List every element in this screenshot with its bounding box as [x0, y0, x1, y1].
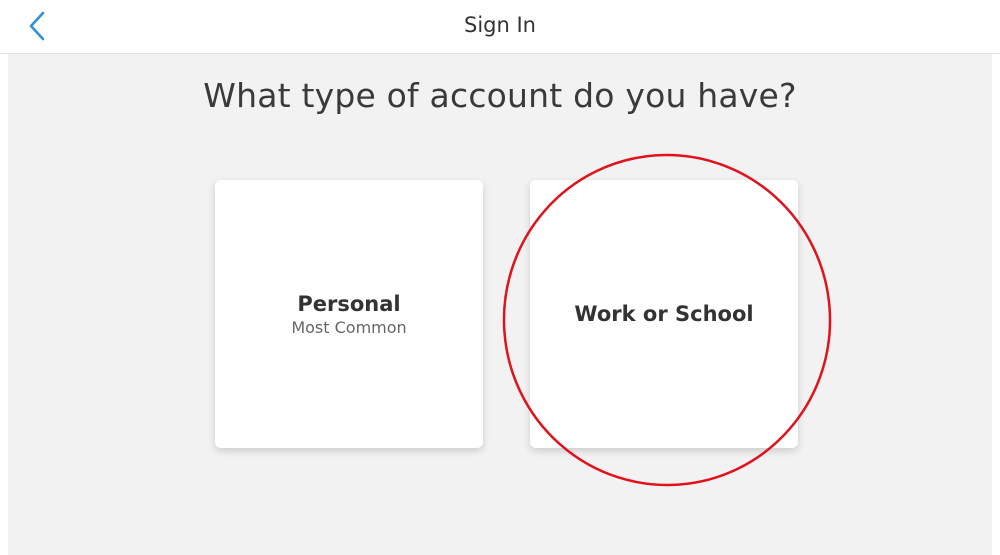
- app-header: Sign In: [0, 0, 1000, 54]
- page-title: What type of account do you have?: [203, 76, 797, 115]
- personal-label: Personal: [297, 291, 401, 316]
- header-title: Sign In: [464, 13, 536, 37]
- personal-account-card[interactable]: Personal Most Common: [215, 180, 483, 448]
- account-type-panel: What type of account do you have? Person…: [8, 54, 992, 555]
- work-or-school-account-card[interactable]: Work or School: [530, 180, 798, 448]
- chevron-left-icon: [29, 11, 45, 41]
- back-button[interactable]: [22, 9, 52, 43]
- work-or-school-label: Work or School: [574, 302, 754, 326]
- personal-sublabel: Most Common: [291, 317, 407, 337]
